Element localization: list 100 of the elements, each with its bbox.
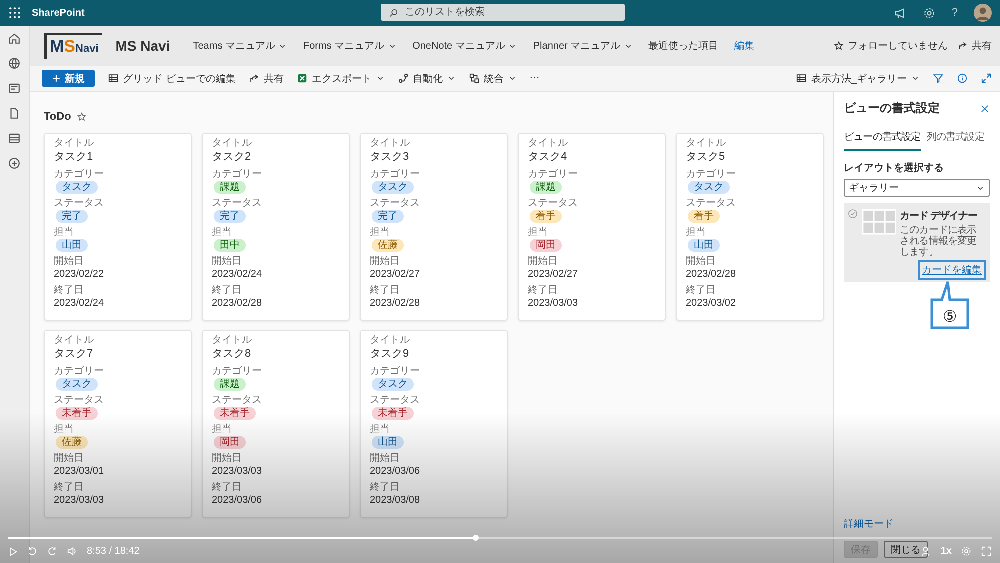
tag: 未着手: [56, 407, 98, 420]
nav-menu[interactable]: Teams マニュアル: [190, 39, 290, 53]
layout-dropdown[interactable]: ギャラリー: [844, 179, 990, 197]
gallery-card[interactable]: タイトル タスク5 カテゴリー タスク ステータス 着手 担当 山田 開始日 2023/02/28 終了日 2023/03/02: [676, 133, 824, 321]
gallery-card[interactable]: タイトル タスク7 カテゴリー タスク ステータス 未着手 担当 佐藤 開始日 2023/03/01 終了日 2023/03/03: [44, 330, 192, 518]
search-field[interactable]: このリストを検索: [381, 4, 625, 21]
add-icon[interactable]: [8, 157, 21, 170]
app-name[interactable]: SharePoint: [32, 8, 85, 18]
gallery-card[interactable]: タイトル タスク3 カテゴリー タスク ステータス 完了 担当 佐藤 開始日 2023/02/27 終了日 2023/02/28: [360, 133, 508, 321]
gallery-card[interactable]: タイトル タスク2 カテゴリー 課題 ステータス 完了 担当 田中 開始日 2023/02/24 終了日 2023/02/28: [202, 133, 350, 321]
nav-menu[interactable]: Planner マニュアル: [530, 39, 636, 53]
panel-title: ビューの書式設定: [844, 100, 940, 117]
tab[interactable]: 列の書式設定: [926, 127, 984, 151]
nav-menu[interactable]: Forms マニュアル: [300, 39, 400, 53]
designer-description: このカードに表示される情報を変更します。: [900, 225, 978, 258]
list-icon[interactable]: [8, 132, 21, 145]
tag: 完了: [56, 210, 88, 223]
avatar-icon[interactable]: [974, 4, 992, 22]
filter-icon[interactable]: [933, 73, 944, 84]
field-label: 担当: [54, 424, 74, 436]
nav-link[interactable]: 最近使った項目: [646, 39, 722, 53]
rewind-icon[interactable]: [27, 546, 38, 557]
check-circle-icon[interactable]: [848, 209, 858, 219]
app-launcher-icon[interactable]: [8, 6, 22, 20]
field-label: タイトル: [54, 335, 94, 347]
tag: 完了: [372, 210, 404, 223]
document-icon[interactable]: [8, 107, 21, 120]
date-text: 2023/03/06: [212, 494, 262, 507]
field-label: カテゴリー: [370, 169, 420, 181]
expand-icon[interactable]: [981, 73, 992, 84]
tag: 着手: [530, 210, 562, 223]
field-label: 担当: [212, 424, 232, 436]
designer-card[interactable]: カード デザイナー このカードに表示される情報を変更します。 カードを編集: [844, 203, 990, 282]
tag: 岡田: [214, 436, 246, 449]
field-label: 開始日: [212, 453, 242, 465]
home-icon[interactable]: [8, 32, 21, 45]
field-label: カテゴリー: [528, 169, 578, 181]
grid-edit-button[interactable]: グリッド ビューでの編集: [108, 72, 236, 86]
field-label: タイトル: [54, 138, 94, 150]
close-icon[interactable]: [980, 104, 990, 114]
tag: タスク: [688, 181, 730, 194]
share-button[interactable]: 共有: [248, 72, 284, 86]
gallery-card[interactable]: タイトル タスク4 カテゴリー 課題 ステータス 着手 担当 岡田 開始日 2023/02/27 終了日 2023/03/03: [518, 133, 666, 321]
info-icon[interactable]: [957, 73, 968, 84]
field-label: ステータス: [686, 198, 736, 210]
field-label: 終了日: [212, 285, 242, 297]
star-icon[interactable]: [77, 112, 88, 122]
date-text: 2023/03/02: [686, 297, 736, 310]
megaphone-icon[interactable]: [894, 6, 907, 20]
news-icon[interactable]: [8, 82, 21, 95]
help-button[interactable]: ?: [952, 7, 958, 19]
field-label: カテゴリー: [54, 366, 104, 378]
edit-card-link[interactable]: カードを編集: [922, 263, 982, 277]
tag: 岡田: [530, 239, 562, 252]
field-label: 担当: [212, 227, 232, 239]
tab[interactable]: ビューの書式設定: [844, 127, 921, 151]
card-title: タスク9: [370, 347, 410, 362]
tag: 課題: [214, 181, 246, 194]
card-title: タスク4: [528, 150, 568, 165]
grid-icon: [108, 73, 119, 84]
highlight-frame: [918, 260, 986, 280]
field-label: カテゴリー: [370, 366, 420, 378]
field-label: カテゴリー: [686, 169, 736, 181]
playback-time: 8:53 / 18:42: [87, 546, 140, 557]
tag: タスク: [372, 378, 414, 391]
layout-label: レイアウトを選択する: [844, 162, 945, 175]
person-icon[interactable]: [920, 546, 932, 557]
excel-icon: [296, 73, 308, 84]
flow-icon: [398, 73, 409, 84]
nav-menu[interactable]: OneNote マニュアル: [410, 39, 520, 53]
field-label: 終了日: [370, 482, 400, 494]
play-icon[interactable]: [8, 546, 18, 556]
gallery-card[interactable]: タイトル タスク9 カテゴリー タスク ステータス 未着手 担当 山田 開始日 2023/03/06 終了日 2023/03/08: [360, 330, 508, 518]
star-icon: [834, 41, 844, 51]
advanced-mode-link[interactable]: 詳細モード: [844, 517, 990, 531]
date-text: 2023/03/08: [370, 494, 420, 507]
gallery-card[interactable]: タイトル タスク8 カテゴリー 課題 ステータス 未着手 担当 岡田 開始日 2023/03/03 終了日 2023/03/06: [202, 330, 350, 518]
close-button[interactable]: 閉じる: [884, 541, 928, 558]
date-text: 2023/02/27: [370, 268, 420, 281]
date-text: 2023/02/22: [54, 268, 104, 281]
tag: 課題: [530, 181, 562, 194]
date-text: 2023/03/01: [54, 465, 104, 478]
new-button[interactable]: 新規: [42, 70, 95, 87]
follow-button[interactable]: フォローしていません: [834, 39, 948, 53]
automate-button[interactable]: 自動化: [398, 72, 456, 86]
field-label: 担当: [54, 227, 74, 239]
settings-icon[interactable]: [922, 6, 936, 20]
plus-icon: [52, 74, 61, 83]
share-button[interactable]: 共有: [958, 39, 992, 53]
gallery-card[interactable]: タイトル タスク1 カテゴリー タスク ステータス 完了 担当 山田 開始日 2023/02/22 終了日 2023/02/24: [44, 133, 192, 321]
card-title: タスク1: [54, 150, 94, 165]
field-label: ステータス: [212, 395, 262, 407]
edit-link[interactable]: 編集: [732, 39, 758, 53]
field-label: 開始日: [54, 256, 84, 268]
globe-icon[interactable]: [8, 57, 21, 70]
more-button[interactable]: ⋯: [530, 73, 540, 84]
view-switcher[interactable]: 表示方法_ギャラリー: [796, 72, 920, 86]
export-button[interactable]: エクスポート: [296, 72, 385, 86]
field-label: 開始日: [370, 453, 400, 465]
integrate-button[interactable]: 統合: [468, 72, 517, 86]
